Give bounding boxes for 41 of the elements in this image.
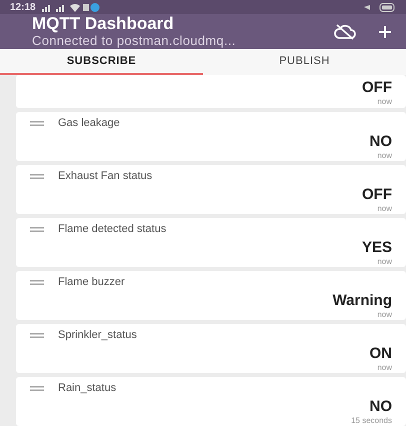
tile-name: Exhaust Fan status	[58, 170, 152, 182]
tile-timestamp: now	[376, 363, 392, 373]
tile-timestamp: now	[376, 310, 392, 320]
drag-handle-icon[interactable]	[30, 280, 44, 284]
drag-handle-icon[interactable]	[30, 120, 44, 126]
tile-card[interactable]: OFF now	[16, 75, 406, 108]
tile-card[interactable]: Rain_status NO 15 seconds	[16, 377, 406, 426]
tile-value: NO	[368, 398, 392, 416]
status-time: 12:18	[10, 2, 36, 12]
connection-status: Connected to postman.cloudmq...	[32, 33, 237, 49]
tile-card[interactable]: Gas leakage NO now	[16, 112, 406, 161]
drag-handle-icon[interactable]	[30, 174, 44, 178]
tile-timestamp: now	[376, 204, 392, 214]
add-icon[interactable]	[378, 24, 392, 38]
tab[interactable]: PUBLISH	[203, 49, 406, 75]
tile-name: Rain_status	[58, 382, 116, 394]
battery-icon	[362, 2, 396, 12]
cloud-off-icon[interactable]	[334, 24, 356, 40]
tile-card[interactable]: Flame detected status YES now	[16, 218, 406, 267]
signal-icon	[42, 2, 100, 12]
tile-name: Gas leakage	[58, 117, 120, 129]
tile-timestamp: now	[376, 151, 392, 161]
tile-card[interactable]: Exhaust Fan status OFF now	[16, 165, 406, 214]
tile-value: YES	[360, 239, 392, 257]
tile-value: Warning	[332, 292, 392, 310]
tile-value: OFF	[361, 79, 392, 97]
tile-value: OFF	[361, 186, 392, 204]
tile-value: ON	[368, 345, 392, 363]
app-title: MQTT Dashboard	[32, 14, 175, 33]
tile-timestamp: 15 seconds	[350, 416, 392, 426]
tile-card[interactable]: Sprinkler_status ON now	[16, 324, 406, 373]
tile-name: Flame detected status	[58, 223, 166, 235]
tile-name: Sprinkler_status	[58, 329, 137, 341]
tile-timestamp: now	[376, 257, 392, 267]
drag-handle-icon[interactable]	[30, 332, 44, 338]
tile-card[interactable]: Flame buzzer Warning now	[16, 271, 406, 320]
drag-handle-icon[interactable]	[30, 226, 44, 232]
drag-handle-icon[interactable]	[30, 386, 44, 390]
tile-timestamp: now	[376, 97, 392, 107]
tile-value: NO	[368, 133, 392, 151]
tile-name: Flame buzzer	[58, 276, 125, 288]
